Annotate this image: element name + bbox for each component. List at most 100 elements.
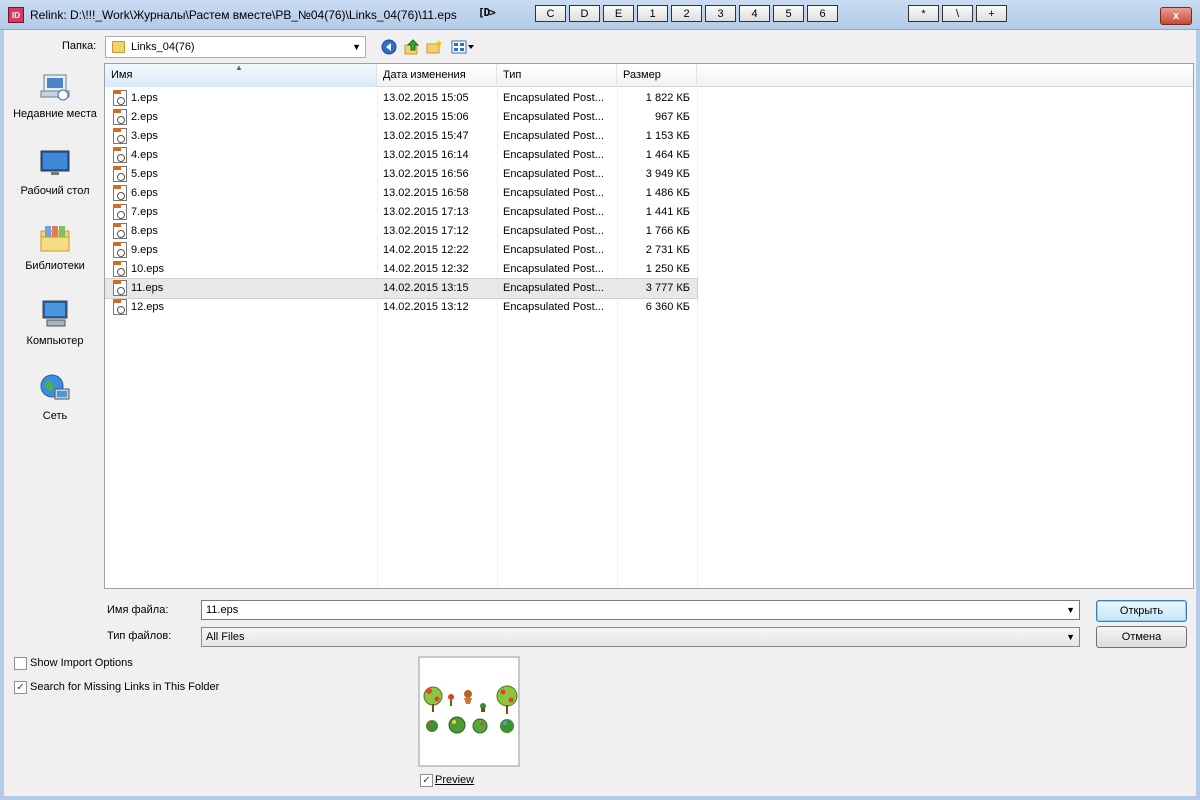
preview-checkbox[interactable]: ✓ [420, 774, 433, 787]
file-name: 3.eps [131, 130, 158, 142]
place-network-label: Сеть [42, 410, 68, 422]
file-date: 14.02.2015 13:15 [383, 282, 469, 294]
quick-button-star[interactable]: * [908, 5, 939, 22]
quick-button-4[interactable]: 4 [739, 5, 770, 22]
filename-input[interactable]: 11.eps ▼ [201, 600, 1080, 620]
view-menu-icon [451, 40, 474, 53]
column-divider [697, 87, 698, 588]
up-folder-icon [404, 38, 419, 54]
file-size: 6 360 КБ [645, 301, 690, 313]
place-libraries[interactable]: Библиотеки [12, 223, 98, 273]
file-name: 6.eps [131, 187, 158, 199]
folder-dropdown[interactable]: Links_04(76) ▼ [105, 36, 366, 58]
quick-button-2[interactable]: 2 [671, 5, 702, 22]
eps-file-icon [113, 242, 127, 258]
file-date: 14.02.2015 12:32 [383, 263, 469, 275]
filename-value: 11.eps [206, 604, 239, 616]
file-row[interactable]: 10.eps 14.02.2015 12:32 Encapsulated Post.… [105, 260, 697, 279]
column-date-label: Дата изменения [383, 69, 466, 81]
eps-file-icon [113, 166, 127, 182]
file-type: Encapsulated Post... [503, 130, 604, 142]
file-type: Encapsulated Post... [503, 92, 604, 104]
search-missing-links-label: Search for Missing Links in This Folder [30, 681, 220, 693]
file-size: 1 766 КБ [645, 225, 690, 237]
file-size: 1 441 КБ [645, 206, 690, 218]
window-frame-bottom [0, 796, 1200, 800]
search-missing-links-checkbox[interactable]: ✓ [14, 681, 27, 694]
file-row[interactable]: 8.eps 13.02.2015 17:12 Encapsulated Post..… [105, 222, 697, 241]
quick-button-d[interactable]: D [569, 5, 600, 22]
filetype-dropdown[interactable]: All Files ▼ [201, 627, 1080, 647]
close-icon: x [1172, 10, 1180, 22]
up-folder-button[interactable] [403, 38, 420, 55]
file-row[interactable]: 9.eps 14.02.2015 12:22 Encapsulated Post..… [105, 241, 697, 260]
eps-file-icon [113, 280, 127, 296]
file-size: 1 486 КБ [645, 187, 690, 199]
file-size: 1 153 КБ [645, 130, 690, 142]
column-header-type[interactable]: Тип [497, 64, 617, 87]
place-desktop[interactable]: Рабочий стол [12, 148, 98, 198]
file-type: Encapsulated Post... [503, 111, 604, 123]
file-size: 1 250 КБ [645, 263, 690, 275]
folder-icon [112, 41, 125, 53]
cancel-button[interactable]: Отмена [1096, 626, 1187, 648]
place-recent[interactable]: Недавние места [12, 71, 98, 121]
file-row[interactable]: 6.eps 13.02.2015 16:58 Encapsulated Post..… [105, 184, 697, 203]
place-computer[interactable]: Компьютер [12, 298, 98, 348]
window-title: Relink: D:\!!!_Work\Журналы\Растем вмест… [30, 8, 457, 22]
column-header-date[interactable]: Дата изменения [377, 64, 497, 87]
file-row[interactable]: 1.eps 13.02.2015 15:05 Encapsulated Post..… [105, 89, 697, 108]
back-button[interactable] [380, 38, 397, 55]
file-size: 3 949 КБ [645, 168, 690, 180]
indesign-app-icon: ID [8, 7, 24, 23]
file-name: 9.eps [131, 244, 158, 256]
quick-button-e[interactable]: E [603, 5, 634, 22]
file-date: 14.02.2015 13:12 [383, 301, 469, 313]
network-icon [39, 373, 71, 405]
new-folder-icon [426, 39, 442, 53]
open-button[interactable]: Открыть [1096, 600, 1187, 622]
file-row[interactable]: 4.eps 13.02.2015 16:14 Encapsulated Post..… [105, 146, 697, 165]
file-row[interactable]: 3.eps 13.02.2015 15:47 Encapsulated Post..… [105, 127, 697, 146]
view-menu-button[interactable] [450, 38, 476, 55]
title-bar[interactable]: ID Relink: D:\!!!_Work\Журналы\Растем вм… [0, 0, 1200, 30]
file-date: 13.02.2015 17:12 [383, 225, 469, 237]
column-header-name[interactable]: Имя ▲ [105, 64, 377, 87]
file-type: Encapsulated Post... [503, 206, 604, 218]
computer-icon [39, 298, 71, 330]
back-arrow-icon [381, 39, 396, 54]
quick-button-1[interactable]: 1 [637, 5, 668, 22]
window-frame-left [0, 30, 4, 800]
show-import-options-label: Show Import Options [30, 657, 133, 669]
quick-button-plus[interactable]: + [976, 5, 1007, 22]
file-name: 2.eps [131, 111, 158, 123]
column-name-label: Имя [111, 69, 133, 81]
place-libraries-label: Библиотеки [25, 260, 85, 272]
column-header-size[interactable]: Размер [617, 64, 697, 87]
eps-file-icon [113, 109, 127, 125]
file-list[interactable]: Имя ▲ Дата изменения Тип Размер 1.eps 13.… [104, 63, 1194, 589]
quick-button-3[interactable]: 3 [705, 5, 736, 22]
quick-button-c[interactable]: C [535, 5, 566, 22]
close-button[interactable]: x [1160, 7, 1192, 25]
quick-button-5[interactable]: 5 [773, 5, 804, 22]
file-row[interactable]: 5.eps 13.02.2015 16:56 Encapsulated Post..… [105, 165, 697, 184]
id-mark-icon: [D> [478, 6, 496, 19]
file-row[interactable]: 2.eps 13.02.2015 15:06 Encapsulated Post..… [105, 108, 697, 127]
eps-file-icon [113, 90, 127, 106]
file-row[interactable]: 7.eps 13.02.2015 17:13 Encapsulated Post..… [105, 203, 697, 222]
quick-button-6[interactable]: 6 [807, 5, 838, 22]
file-size: 2 731 КБ [645, 244, 690, 256]
file-row[interactable]: 11.eps 14.02.2015 13:15 Encapsulated Post.… [105, 278, 698, 299]
preview-label: Preview [435, 774, 475, 786]
file-name: 7.eps [131, 206, 158, 218]
file-row[interactable]: 12.eps 14.02.2015 13:12 Encapsulated Post.… [105, 298, 697, 317]
quick-button-backslash[interactable]: \ [942, 5, 973, 22]
file-date: 13.02.2015 16:58 [383, 187, 469, 199]
folder-label: Папка: [62, 40, 97, 52]
place-network[interactable]: Сеть [12, 373, 98, 423]
eps-file-icon [113, 299, 127, 315]
chevron-down-icon: ▼ [1066, 605, 1075, 615]
new-folder-button[interactable] [426, 38, 443, 55]
show-import-options-checkbox[interactable] [14, 657, 27, 670]
